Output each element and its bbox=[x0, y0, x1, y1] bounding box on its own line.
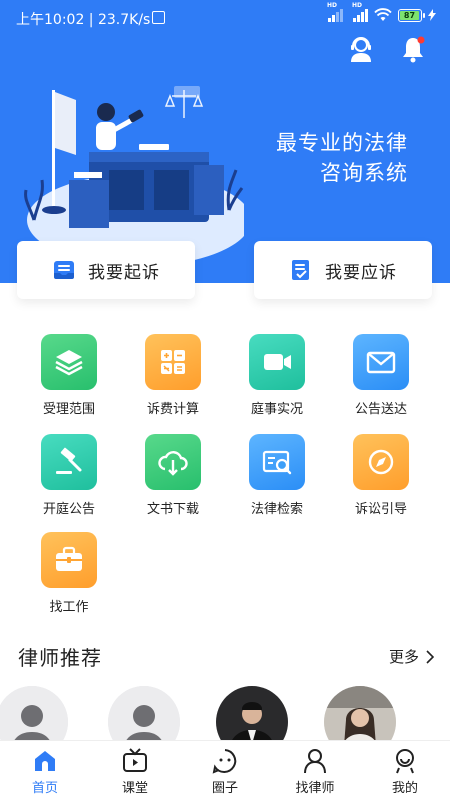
charging-icon bbox=[428, 9, 436, 21]
cloud-download-icon bbox=[158, 451, 188, 476]
video-camera-icon bbox=[264, 354, 291, 370]
service-label: 开庭公告 bbox=[42, 502, 95, 517]
service-label: 诉讼引导 bbox=[354, 502, 407, 517]
tab-classroom[interactable]: 课堂 bbox=[90, 747, 180, 796]
calculator-icon bbox=[161, 350, 185, 374]
lawyers-title: 律师推荐 bbox=[18, 646, 102, 670]
lawyer-list bbox=[0, 686, 450, 740]
document-check-icon bbox=[292, 260, 309, 280]
default-avatar-icon bbox=[108, 686, 180, 740]
service-label: 诉费计算 bbox=[146, 402, 199, 417]
signal-icon-2: HD bbox=[352, 2, 368, 22]
tab-mine[interactable]: 我的 bbox=[360, 747, 450, 796]
tab-label: 我的 bbox=[391, 781, 418, 796]
tv-icon bbox=[123, 748, 147, 772]
sue-button[interactable]: 我要起诉 bbox=[17, 241, 195, 299]
chevron-right-icon bbox=[426, 649, 434, 664]
lawyer-avatar[interactable] bbox=[108, 686, 180, 740]
service-notice-delivery[interactable]: 公告送达 bbox=[329, 334, 433, 417]
more-lawyers-link[interactable]: 更多 bbox=[389, 646, 434, 667]
briefcase-icon bbox=[56, 546, 82, 571]
smile-icon bbox=[212, 749, 237, 774]
respond-label: 我要应诉 bbox=[325, 262, 397, 283]
lawyer-avatar[interactable] bbox=[216, 686, 288, 740]
service-label: 受理范围 bbox=[42, 402, 95, 417]
gavel-icon bbox=[56, 447, 82, 474]
service-doc-download[interactable]: 文书下载 bbox=[121, 434, 225, 517]
service-label: 庭事实况 bbox=[250, 402, 303, 417]
person-icon bbox=[304, 749, 326, 774]
battery-icon: 87 bbox=[398, 8, 425, 22]
wifi-icon bbox=[374, 8, 392, 21]
tab-label: 首页 bbox=[31, 781, 58, 796]
signal-icon: HD bbox=[327, 2, 343, 22]
default-avatar-icon bbox=[0, 686, 68, 740]
service-fee-calc[interactable]: 诉费计算 bbox=[121, 334, 225, 417]
status-indicators: HD HD 87 bbox=[327, 2, 436, 22]
layers-icon bbox=[55, 350, 83, 376]
status-time: 上午10:02 | 23.7K/s bbox=[16, 12, 151, 28]
more-label: 更多 bbox=[388, 648, 419, 666]
tab-label: 找律师 bbox=[295, 781, 335, 796]
service-label: 法律检索 bbox=[250, 502, 303, 517]
service-label: 文书下载 bbox=[146, 502, 199, 517]
lawyer-avatar[interactable] bbox=[324, 686, 396, 740]
lawyer-photo bbox=[324, 686, 396, 740]
profile-icon bbox=[396, 749, 414, 774]
app-notification-icon bbox=[152, 11, 165, 24]
tab-label: 圈子 bbox=[211, 781, 238, 796]
mail-icon bbox=[366, 351, 396, 374]
search-card-icon bbox=[262, 450, 292, 475]
service-law-search[interactable]: 法律检索 bbox=[225, 434, 329, 517]
service-label: 找工作 bbox=[49, 600, 89, 615]
home-icon bbox=[35, 751, 55, 771]
service-find-job[interactable]: 找工作 bbox=[17, 532, 121, 615]
slogan: 最专业的法律 咨询系统 bbox=[270, 128, 408, 188]
bell-icon[interactable] bbox=[398, 34, 428, 64]
service-scope[interactable]: 受理范围 bbox=[17, 334, 121, 417]
tab-home[interactable]: 首页 bbox=[0, 747, 90, 796]
lawyer-photo bbox=[216, 686, 288, 740]
tab-circle[interactable]: 圈子 bbox=[180, 747, 270, 796]
service-hearing-notice[interactable]: 开庭公告 bbox=[17, 434, 121, 517]
compass-icon bbox=[368, 449, 394, 475]
respond-button[interactable]: 我要应诉 bbox=[254, 241, 432, 299]
tab-find-lawyer[interactable]: 找律师 bbox=[270, 747, 360, 796]
bottom-tab-bar: 首页 课堂 圈子 找律师 我的 bbox=[0, 740, 450, 800]
customer-service-icon[interactable] bbox=[346, 34, 376, 64]
service-label: 公告送达 bbox=[354, 402, 407, 417]
service-litigation-guide[interactable]: 诉讼引导 bbox=[329, 434, 433, 517]
slogan-line-1: 最专业的法律 bbox=[276, 131, 408, 155]
sue-label: 我要起诉 bbox=[88, 262, 160, 283]
slogan-line-2: 咨询系统 bbox=[320, 161, 408, 185]
court-illustration bbox=[24, 86, 244, 260]
service-court-live[interactable]: 庭事实况 bbox=[225, 334, 329, 417]
tab-label: 课堂 bbox=[121, 781, 148, 796]
status-bar: 上午10:02 | 23.7K/s HD HD 87 bbox=[0, 0, 450, 36]
inbox-icon bbox=[54, 261, 74, 279]
lawyer-avatar[interactable] bbox=[0, 686, 68, 740]
